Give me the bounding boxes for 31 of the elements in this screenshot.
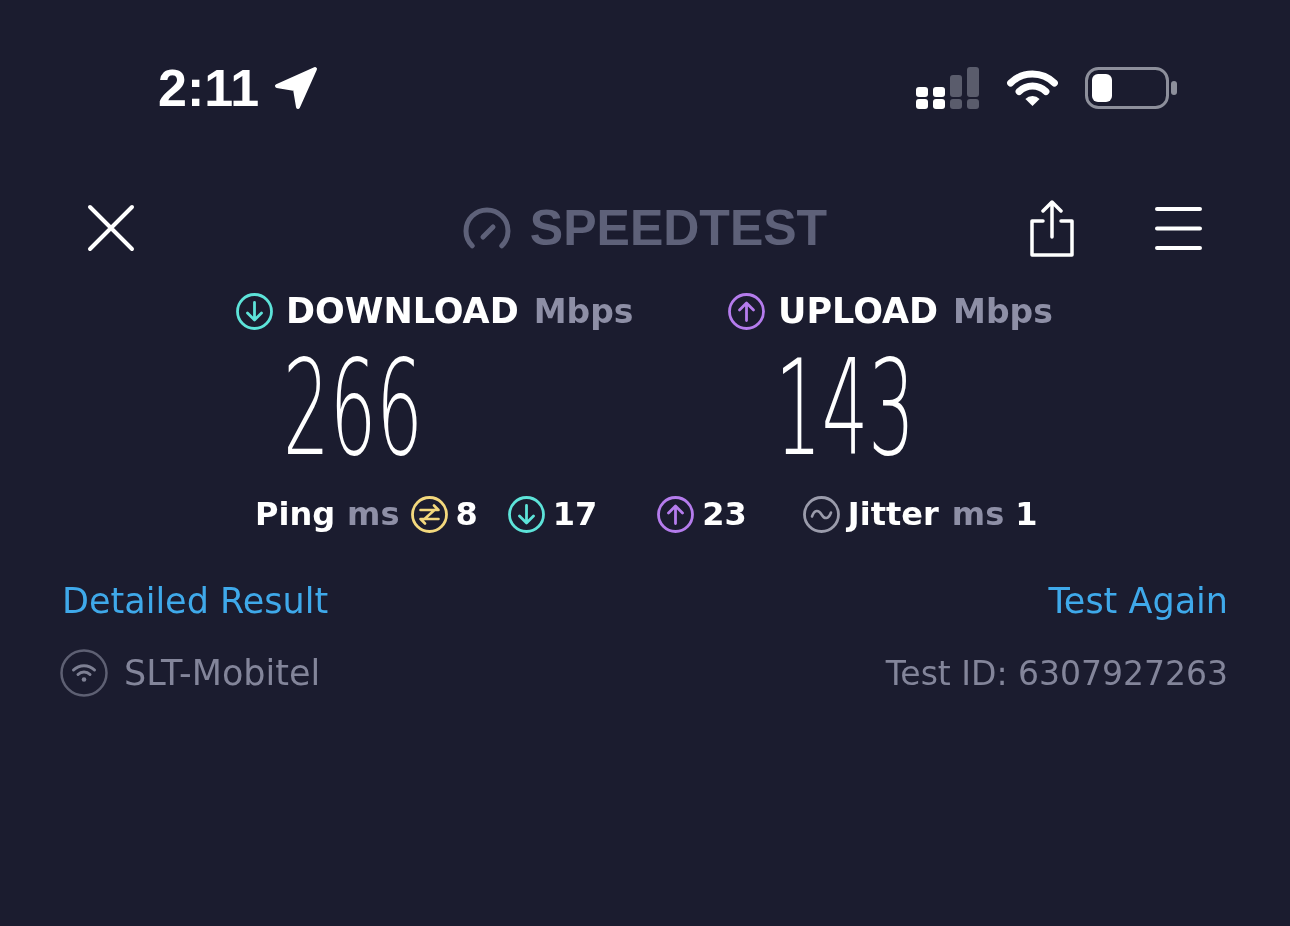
ping-label: Ping — [255, 498, 336, 530]
speed-value: 143 — [775, 343, 916, 474]
share-button[interactable] — [1029, 199, 1075, 257]
detailed-result-link[interactable]: Detailed Result — [62, 583, 329, 619]
wave-icon — [802, 495, 840, 533]
menu-button[interactable] — [1155, 205, 1202, 251]
ping-value: 17 — [552, 498, 598, 530]
cellular-signal-icon — [916, 67, 980, 109]
unit-label: Mbps — [533, 294, 634, 328]
test-id-text: Test ID: 6307927263 — [885, 656, 1228, 690]
jitter-label: Jitter — [847, 498, 939, 530]
app-logo-text: SPEEDTEST — [529, 203, 828, 253]
result-label: UPLOAD — [778, 293, 939, 329]
test-again-link[interactable]: Test Again — [1048, 583, 1228, 619]
unit-label: ms — [347, 498, 400, 530]
ping-value: 8 — [455, 498, 478, 530]
battery-icon — [1085, 67, 1177, 109]
wifi-icon — [1005, 68, 1060, 108]
result-label: DOWNLOAD — [286, 293, 519, 329]
status-time: 2:11 — [158, 62, 260, 114]
wifi-circle-icon — [60, 649, 108, 697]
unit-label: Mbps — [953, 294, 1053, 328]
speedometer-icon — [461, 205, 512, 251]
ping-value: 23 — [702, 498, 747, 530]
close-button[interactable] — [87, 204, 135, 252]
jitter-value: 1 — [1015, 498, 1038, 530]
unit-label: ms — [951, 498, 1005, 530]
speed-value: 266 — [283, 343, 424, 474]
swap-arrows-icon — [410, 495, 448, 533]
location-arrow-icon — [274, 66, 319, 110]
network-provider: SLT-Mobitel — [124, 655, 321, 691]
